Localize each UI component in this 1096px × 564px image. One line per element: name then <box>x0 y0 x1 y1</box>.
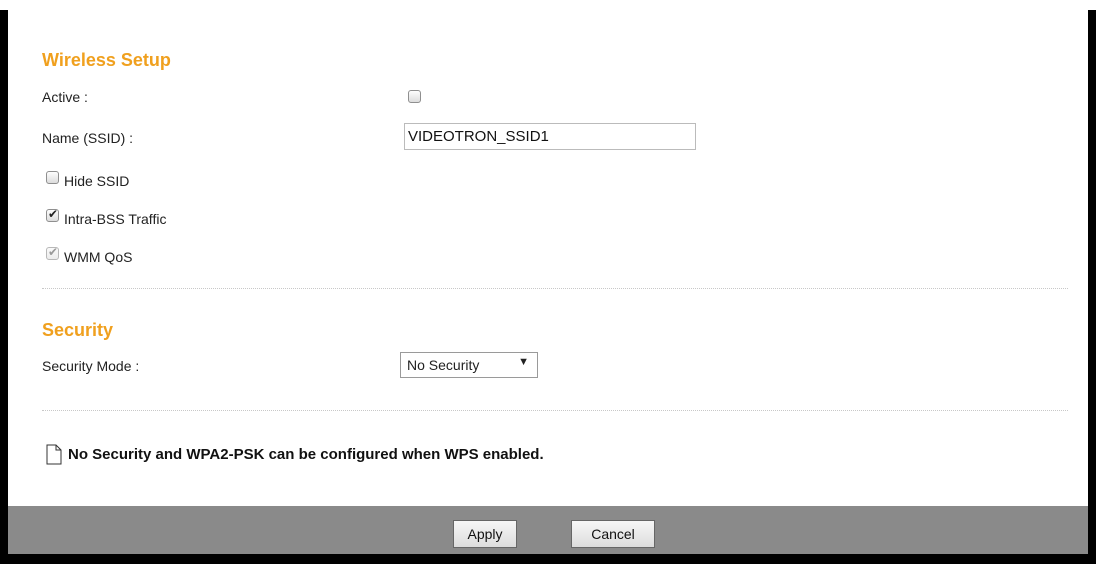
hide-ssid-checkbox[interactable] <box>46 171 59 184</box>
security-mode-label: Security Mode : <box>42 358 140 374</box>
wmm-qos-label: WMM QoS <box>64 249 133 265</box>
cancel-button[interactable]: Cancel <box>571 520 655 548</box>
footer-bar: Apply Cancel <box>8 506 1088 554</box>
divider <box>42 288 1068 289</box>
section-title-security: Security <box>42 320 114 340</box>
intra-bss-label: Intra-BSS Traffic <box>64 211 167 227</box>
apply-button[interactable]: Apply <box>453 520 517 548</box>
active-checkbox[interactable] <box>408 90 421 103</box>
chevron-down-icon: ▼ <box>518 356 529 368</box>
security-mode-select[interactable]: No Security ▼ <box>400 352 538 378</box>
settings-panel: Wireless Setup Active : Name (SSID) : Hi… <box>8 6 1088 506</box>
active-label: Active : <box>42 89 88 105</box>
section-title-wireless-setup: Wireless Setup <box>42 50 171 70</box>
divider <box>42 410 1068 411</box>
hide-ssid-label: Hide SSID <box>64 173 130 189</box>
wmm-qos-checkbox <box>46 245 59 260</box>
security-mode-value: No Security <box>407 357 480 373</box>
note-text: No Security and WPA2-PSK can be configur… <box>68 446 544 463</box>
ssid-input[interactable] <box>404 123 696 150</box>
ssid-label: Name (SSID) : <box>42 130 134 146</box>
note-icon <box>46 444 62 465</box>
intra-bss-checkbox[interactable] <box>46 207 59 222</box>
